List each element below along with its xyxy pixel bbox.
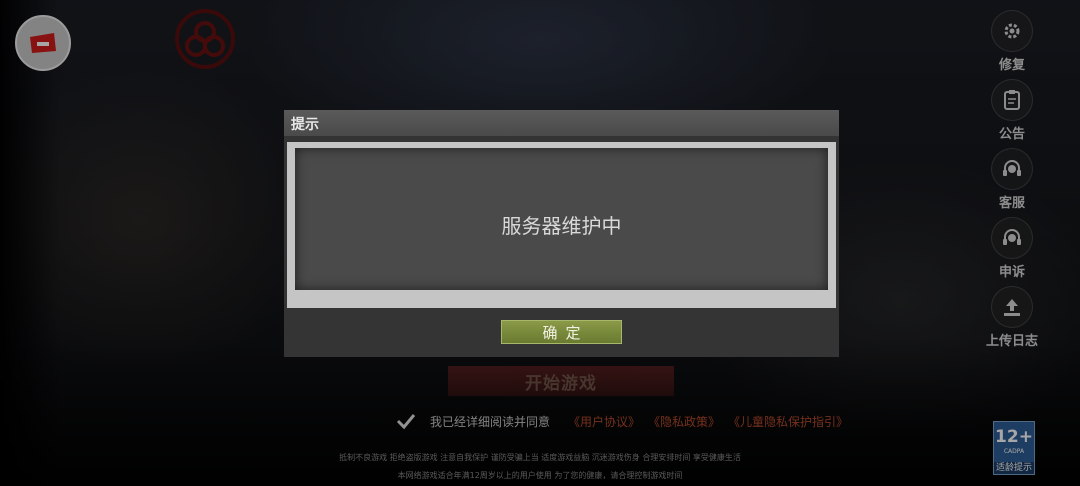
dialog-message: 服务器维护中 (501, 214, 622, 238)
dialog-body: 服务器维护中 (287, 142, 836, 308)
dialog-title: 提示 (291, 117, 319, 133)
notice-dialog: 提示 服务器维护中 确定 (284, 110, 839, 357)
confirm-button[interactable]: 确定 (501, 320, 622, 344)
dialog-header: 提示 (284, 110, 839, 136)
dialog-message-panel: 服务器维护中 (295, 148, 828, 290)
